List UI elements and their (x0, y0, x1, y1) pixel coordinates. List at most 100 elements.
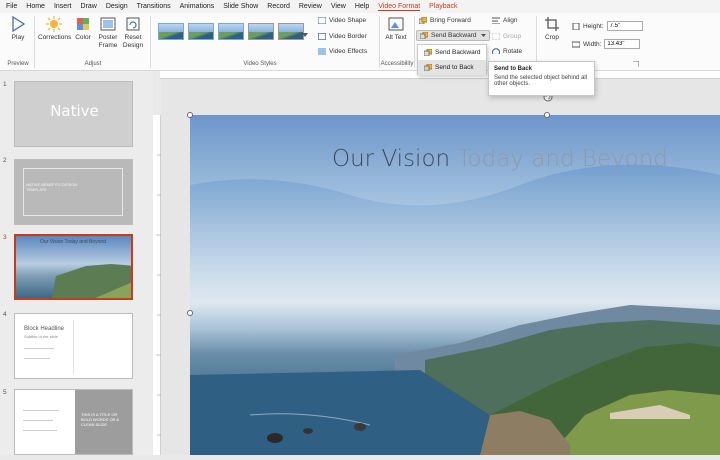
width-label: Width: (583, 40, 602, 48)
menu-playback[interactable]: Playback (429, 3, 457, 10)
slide-4-subtitle: Subtitle of the slide (24, 334, 58, 339)
align-label: Align (503, 17, 518, 24)
video-effects-label: Video Effects (329, 48, 368, 55)
height-field-group: Height: (572, 21, 643, 31)
alt-text-label: Alt Text (385, 34, 407, 41)
video-style-thumb[interactable] (218, 23, 244, 40)
menu-video-format[interactable]: Video Format (378, 3, 421, 11)
ribbon: Play Preview Corrections Color Poster Fr… (0, 13, 720, 71)
video-shape-label: Video Shape (329, 17, 367, 24)
send-to-back-icon (424, 64, 432, 71)
slide-3-title: Our Vision Today and Beyond (40, 239, 106, 245)
rotate-label: Rotate (503, 48, 523, 55)
menu-bar: File Home Insert Draw Design Transitions… (0, 0, 720, 13)
reset-icon (126, 17, 140, 31)
align-button[interactable]: Align (492, 17, 517, 24)
send-backward-dropdown: Send Backward Send to Back (417, 44, 487, 75)
vertical-ruler (153, 115, 161, 455)
color-label: Color (75, 34, 91, 41)
bring-forward-icon (419, 17, 427, 24)
video-style-thumb[interactable] (248, 23, 274, 40)
video-border-label: Video Border (329, 33, 367, 40)
menu-insert[interactable]: Insert (54, 3, 72, 10)
group-icon (492, 33, 500, 40)
video-border-button[interactable]: Video Border (318, 33, 367, 40)
menu-home[interactable]: Home (26, 3, 45, 10)
align-icon (492, 17, 500, 24)
preview-group-label: Preview (7, 61, 29, 67)
crop-button[interactable]: Crop (541, 16, 563, 42)
video-style-thumb[interactable] (188, 23, 214, 40)
slide-4-title: Block Headline (24, 326, 65, 332)
resize-handle-top-left[interactable] (187, 112, 193, 118)
dropdown-send-backward-label: Send Backward (435, 49, 481, 56)
poster-frame-button[interactable]: Poster Frame (96, 16, 120, 49)
slide-number: 2 (3, 157, 7, 164)
dialog-launcher-icon[interactable] (633, 61, 639, 67)
border-icon (318, 33, 326, 40)
menu-transitions[interactable]: Transitions (137, 3, 171, 10)
crop-icon (545, 17, 559, 31)
dropdown-send-to-back-label: Send to Back (435, 64, 474, 71)
corrections-label: Corrections (38, 34, 72, 41)
effects-icon (318, 48, 326, 55)
slide-thumbnail-5[interactable]: THIS IS A TITLE OR BOLD WORDS OR A CLEAN… (14, 389, 133, 455)
slide-title-dark: Our Vision (332, 146, 451, 172)
height-input[interactable] (606, 21, 643, 31)
video-style-thumb[interactable] (158, 23, 184, 40)
menu-review[interactable]: Review (299, 3, 322, 10)
slide-number: 3 (3, 234, 7, 241)
menu-slide-show[interactable]: Slide Show (223, 3, 258, 10)
dropdown-item-send-backward[interactable]: Send Backward (418, 45, 486, 60)
rotate-button[interactable]: Rotate (492, 48, 522, 55)
group-button[interactable]: Group (492, 33, 521, 40)
menu-record[interactable]: Record (267, 3, 290, 10)
menu-help[interactable]: Help (355, 3, 369, 10)
slide-thumbnail-4[interactable]: Block Headline Subtitle of the slide (14, 313, 133, 379)
send-backward-label: Send Backward (431, 32, 477, 39)
video-effects-button[interactable]: Video Effects (318, 48, 367, 55)
corrections-button[interactable]: Corrections (38, 16, 72, 42)
width-field-group: Width: (572, 39, 641, 49)
divider (34, 16, 35, 68)
ruler-ticks (156, 154, 161, 436)
reset-design-button[interactable]: Reset Design (122, 16, 144, 49)
menu-view[interactable]: View (331, 3, 346, 10)
play-button[interactable]: Play (6, 16, 30, 42)
group-label: Group (503, 33, 522, 40)
resize-handle-left[interactable] (187, 310, 193, 316)
color-icon (77, 18, 89, 30)
menu-design[interactable]: Design (106, 3, 128, 10)
color-button[interactable]: Color (72, 16, 94, 42)
slide-thumbnail-3[interactable]: Our Vision Today and Beyond (14, 234, 133, 300)
menu-draw[interactable]: Draw (80, 3, 96, 10)
chevron-down-icon (480, 33, 486, 37)
menu-animations[interactable]: Animations (180, 3, 215, 10)
divider (414, 16, 415, 68)
gallery-more-icon[interactable] (302, 31, 308, 39)
slide-thumbnail-panel: 1 Native 2 NATIVE BENEFITS DESIGN TEMPLA… (0, 71, 153, 455)
slide-thumbnail-1[interactable]: Native (14, 81, 133, 147)
alt-text-icon (388, 17, 404, 31)
bring-forward-button[interactable]: Bring Forward (419, 17, 471, 24)
crop-label: Crop (544, 34, 560, 41)
slide-title[interactable]: Our Vision Today and Beyond (332, 146, 668, 172)
width-input[interactable] (604, 39, 641, 49)
video-style-thumb[interactable] (278, 23, 304, 40)
poster-frame-icon (100, 17, 116, 31)
width-icon (572, 41, 580, 47)
slide-thumbnail-2[interactable]: NATIVE BENEFITS DESIGN TEMPLATE (14, 159, 133, 225)
video-styles-group-label: Video Styles (243, 61, 277, 67)
dropdown-item-send-to-back[interactable]: Send to Back (418, 60, 486, 75)
send-backward-button[interactable]: Send Backward (416, 30, 490, 41)
shape-icon (318, 17, 326, 24)
rotate-icon (492, 48, 500, 55)
tooltip: Send to Back Send the selected object be… (488, 61, 595, 96)
video-shape-button[interactable]: Video Shape (318, 17, 366, 24)
send-backward-icon (424, 49, 432, 56)
alt-text-button[interactable]: Alt Text (385, 16, 407, 42)
slide-number: 1 (3, 81, 7, 88)
slide-1-title: Native (50, 102, 99, 120)
resize-handle-top[interactable] (544, 112, 550, 118)
menu-file[interactable]: File (6, 3, 17, 10)
